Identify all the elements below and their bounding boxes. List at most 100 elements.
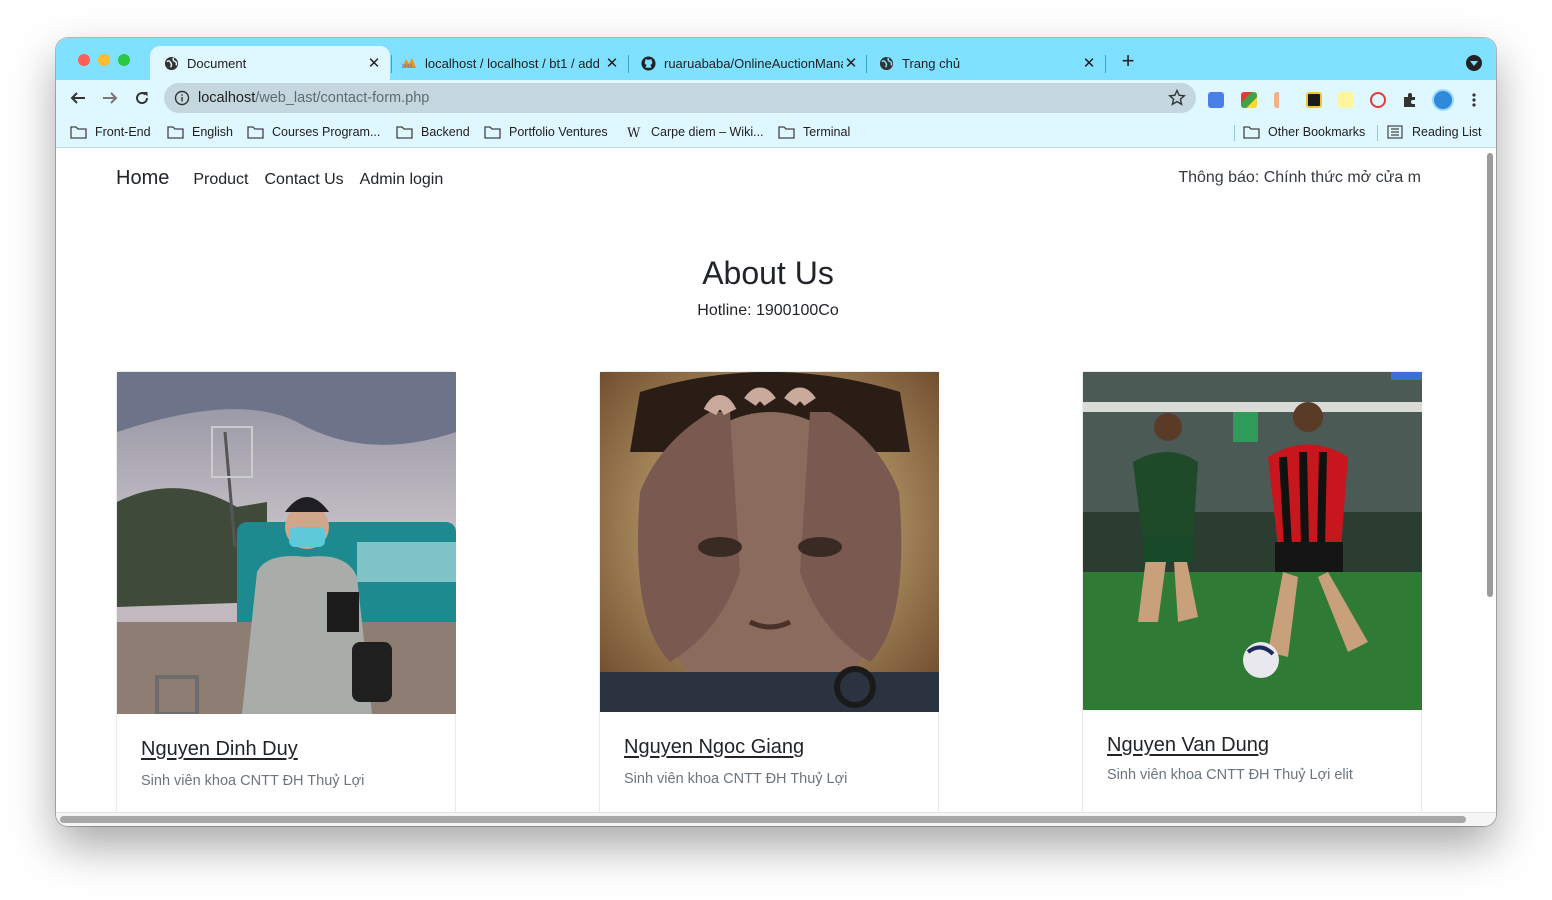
member-card: Nguyen Van Dung Sinh viên khoa CNTT ĐH T… — [1082, 371, 1422, 826]
new-tab-button[interactable]: + — [1118, 50, 1138, 72]
close-icon[interactable]: ✕ — [604, 55, 620, 72]
svg-text:PMA: PMA — [402, 64, 413, 69]
bookmark-terminal[interactable]: Terminal — [778, 123, 850, 141]
globe-icon — [878, 55, 894, 71]
reading-list[interactable]: Reading List — [1387, 123, 1482, 141]
bookmark-label: Backend — [421, 125, 470, 139]
folder-icon — [1243, 126, 1260, 139]
bookmark-front-end[interactable]: Front-End — [70, 123, 151, 141]
url-text[interactable]: localhost/web_last/contact-form.php — [198, 90, 429, 106]
tab-search-button[interactable] — [1466, 55, 1482, 71]
maximize-window-button[interactable] — [118, 54, 130, 66]
github-icon — [640, 55, 656, 71]
member-card: Nguyen Ngoc Giang Sinh viên khoa CNTT ĐH… — [599, 371, 939, 826]
browser-window: Document ✕ PMA localhost / localhost / b… — [56, 38, 1496, 826]
arrow-right-icon — [103, 92, 118, 104]
bookmark-separator — [1377, 125, 1378, 141]
wikipedia-icon: W — [627, 126, 641, 139]
folder-icon — [484, 126, 501, 139]
url-path: /web_last/contact-form.php — [255, 90, 430, 106]
url-host: localhost — [198, 90, 256, 106]
reload-icon — [136, 92, 149, 105]
address-bar[interactable]: localhost/web_last/contact-form.php — [164, 83, 1196, 113]
tab-title: ruaruababa/OnlineAuctionMana — [664, 55, 843, 71]
member-name-link[interactable]: Nguyen Ngoc Giang — [624, 736, 804, 759]
horizontal-scrollbar[interactable] — [60, 816, 1466, 823]
folder-icon — [247, 126, 264, 139]
tab-github[interactable]: ruaruababa/OnlineAuctionMana ✕ — [627, 46, 867, 80]
member-description: Sinh viên khoa CNTT ĐH Thuỷ Lợi — [624, 771, 848, 787]
close-window-button[interactable] — [78, 54, 90, 66]
other-bookmarks[interactable]: Other Bookmarks — [1243, 123, 1365, 141]
bookmark-carpe-diem[interactable]: W Carpe diem – Wiki... — [626, 123, 764, 141]
member-photo — [1083, 372, 1422, 710]
tab-document[interactable]: Document ✕ — [150, 46, 390, 80]
site-navbar: Home Product Contact Us Admin login — [116, 167, 459, 190]
refresh-extension-icon[interactable] — [1370, 92, 1386, 108]
folder-icon — [70, 126, 87, 139]
reading-list-icon — [1387, 125, 1403, 139]
other-bookmarks-label: Other Bookmarks — [1268, 125, 1366, 139]
member-name-link[interactable]: Nguyen Dinh Duy — [141, 738, 298, 761]
wallet-extension-icon[interactable] — [1306, 92, 1322, 108]
bookmark-star-icon[interactable] — [1168, 89, 1186, 107]
bookmark-english[interactable]: English — [167, 123, 233, 141]
bookmark-portfolio[interactable]: Portfolio Ventures — [484, 123, 608, 141]
horizontal-scroll-track — [56, 812, 1496, 826]
folder-icon — [167, 126, 184, 139]
tab-title: Trang chủ — [902, 55, 961, 71]
browser-toolbar: localhost/web_last/contact-form.php — [56, 80, 1496, 116]
profile-avatar[interactable] — [1432, 89, 1454, 111]
nav-product-link[interactable]: Product — [193, 171, 248, 189]
svg-text:W: W — [627, 126, 641, 139]
member-card: Nguyen Dinh Duy Sinh viên khoa CNTT ĐH T… — [116, 371, 456, 826]
tab-title: Document — [187, 55, 247, 71]
tab-trang-chu[interactable]: Trang chủ ✕ — [865, 46, 1105, 80]
vertical-scrollbar[interactable] — [1487, 153, 1493, 597]
member-description: Sinh viên khoa CNTT ĐH Thuỷ Lợi elit — [1107, 767, 1353, 783]
tab-title: localhost / localhost / bt1 / add — [425, 55, 600, 71]
translate-extension-icon[interactable] — [1208, 92, 1224, 108]
notice-marquee: Thông báo: Chính thức mở cửa m — [1178, 169, 1421, 186]
member-name-link[interactable]: Nguyen Van Dung — [1107, 734, 1269, 757]
paint-extension-icon[interactable] — [1274, 92, 1290, 108]
globe-icon — [163, 55, 179, 71]
back-button[interactable] — [68, 88, 88, 108]
puzzle-icon[interactable] — [1402, 92, 1418, 108]
reading-list-label: Reading List — [1412, 125, 1482, 139]
info-icon[interactable] — [174, 90, 190, 106]
member-photo — [117, 372, 456, 714]
bookmark-label: Terminal — [803, 125, 851, 139]
bookmark-separator — [1234, 125, 1235, 141]
member-description: Sinh viên khoa CNTT ĐH Thuỷ Lợi — [141, 773, 365, 789]
nav-home-link[interactable]: Home — [116, 167, 169, 190]
tab-separator — [1105, 55, 1106, 73]
bookmark-label: Front-End — [95, 125, 151, 139]
nav-admin-login-link[interactable]: Admin login — [360, 171, 444, 189]
close-icon[interactable]: ✕ — [1081, 55, 1097, 72]
folder-icon — [396, 126, 413, 139]
bookmark-courses[interactable]: Courses Program... — [247, 123, 380, 141]
tab-strip: Document ✕ PMA localhost / localhost / b… — [56, 38, 1496, 80]
bookmarks-bar: Front-End English Courses Program... Bac… — [56, 116, 1496, 148]
colorpick-extension-icon[interactable] — [1241, 92, 1257, 108]
bookmark-label: Portfolio Ventures — [509, 125, 608, 139]
forward-button[interactable] — [100, 88, 120, 108]
bookmark-label: Courses Program... — [272, 125, 381, 139]
hotline-text: Hotline: 1900100Co — [697, 302, 839, 319]
tab-phpmyadmin[interactable]: PMA localhost / localhost / bt1 / add ✕ — [388, 46, 628, 80]
nav-contact-link[interactable]: Contact Us — [265, 171, 344, 189]
bookmark-backend[interactable]: Backend — [396, 123, 470, 141]
phpmyadmin-icon: PMA — [401, 55, 417, 71]
page-title: About Us — [702, 255, 834, 291]
close-icon[interactable]: ✕ — [843, 55, 859, 72]
bookmark-label: English — [192, 125, 233, 139]
close-icon[interactable]: ✕ — [366, 55, 382, 72]
member-photo — [600, 372, 939, 712]
folder-icon — [778, 126, 795, 139]
minimize-window-button[interactable] — [98, 54, 110, 66]
page-viewport: Home Product Contact Us Admin login Thôn… — [56, 149, 1496, 826]
menu-icon[interactable] — [1468, 92, 1480, 108]
notes-extension-icon[interactable] — [1338, 92, 1354, 108]
reload-button[interactable] — [132, 88, 152, 108]
